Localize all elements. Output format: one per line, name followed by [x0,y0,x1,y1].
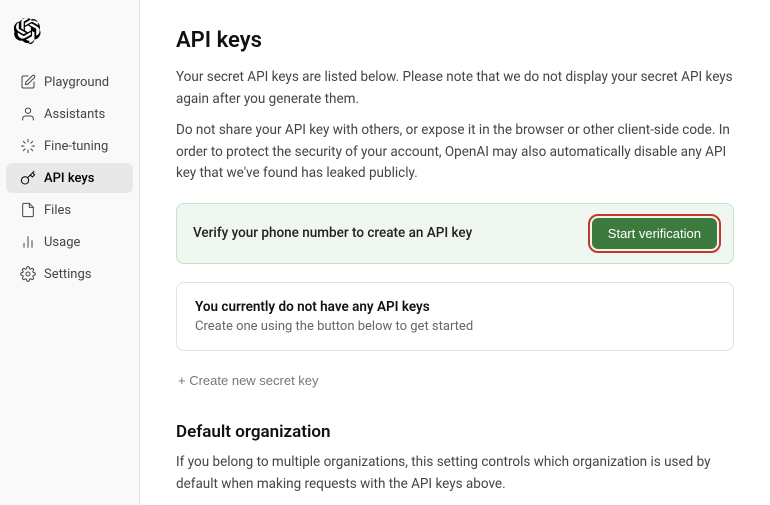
openai-logo-icon [14,18,42,46]
no-keys-subtitle: Create one using the button below to get… [195,319,715,334]
sidebar-item-files[interactable]: Files [6,195,133,225]
sidebar-item-settings[interactable]: Settings [6,259,133,289]
assistants-icon [20,106,36,122]
sidebar-item-usage-label: Usage [44,235,80,250]
description-1: Your secret API keys are listed below. P… [176,67,734,110]
sidebar-item-playground[interactable]: Playground [6,67,133,97]
app-logo [0,10,139,66]
sidebar-item-fine-tuning-label: Fine-tuning [44,139,108,154]
sidebar: Playground Assistants Fine-tuning API ke… [0,0,140,505]
api-keys-icon [20,170,36,186]
playground-icon [20,74,36,90]
verify-phone-banner: Verify your phone number to create an AP… [176,203,734,264]
page-title: API keys [176,28,734,53]
verify-banner-text: Verify your phone number to create an AP… [193,225,472,241]
files-icon [20,202,36,218]
settings-icon [20,266,36,282]
no-keys-title: You currently do not have any API keys [195,299,715,315]
sidebar-item-assistants-label: Assistants [44,107,105,122]
create-secret-key-button[interactable]: + Create new secret key [176,367,321,394]
sidebar-item-usage[interactable]: Usage [6,227,133,257]
sidebar-item-fine-tuning[interactable]: Fine-tuning [6,131,133,161]
default-org-section-title: Default organization [176,422,734,442]
sidebar-item-api-keys[interactable]: API keys [6,163,133,193]
default-org-description: If you belong to multiple organizations,… [176,452,734,495]
fine-tuning-icon [20,138,36,154]
sidebar-item-api-keys-label: API keys [44,171,94,186]
usage-icon [20,234,36,250]
sidebar-item-settings-label: Settings [44,267,91,282]
main-content: API keys Your secret API keys are listed… [140,0,770,505]
sidebar-item-files-label: Files [44,203,71,218]
sidebar-item-assistants[interactable]: Assistants [6,99,133,129]
no-api-keys-box: You currently do not have any API keys C… [176,282,734,351]
sidebar-item-playground-label: Playground [44,75,109,90]
description-2: Do not share your API key with others, o… [176,120,734,185]
start-verification-button[interactable]: Start verification [592,218,717,249]
